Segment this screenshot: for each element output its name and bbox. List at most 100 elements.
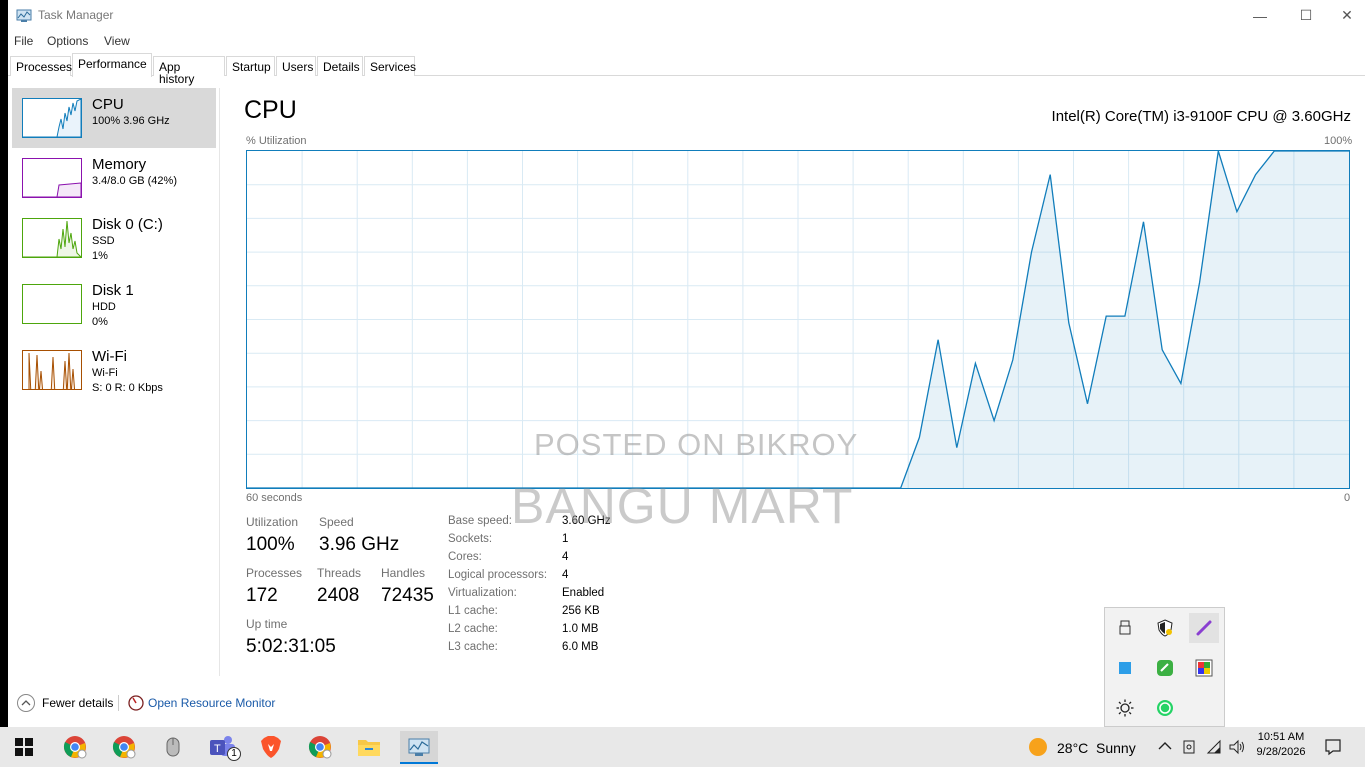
menu-view[interactable]: View	[104, 34, 130, 48]
chrome-profile-1-button[interactable]	[59, 733, 91, 761]
teams-badge: 1	[227, 747, 241, 761]
tab-performance[interactable]: Performance	[72, 53, 152, 77]
weather-temperature: 28°C	[1057, 740, 1089, 756]
spec-label: L1 cache:	[448, 605, 498, 617]
system-clock[interactable]: 10:51 AM 9/28/2026	[1252, 731, 1310, 758]
sidebar-item-disk1[interactable]: Disk 1 HDD 0%	[12, 274, 216, 334]
tab-app-history[interactable]: App history	[153, 56, 225, 85]
close-button[interactable]: ✕	[1329, 0, 1365, 31]
spec-label: Sockets:	[448, 533, 493, 545]
sidebar-divider	[219, 88, 220, 676]
utilization-value: 100%	[246, 534, 295, 555]
teams-button[interactable]: T 1	[207, 733, 241, 761]
speed-value: 3.96 GHz	[319, 534, 400, 555]
menu-file[interactable]: File	[14, 34, 33, 48]
chart-min-label: 0	[1344, 492, 1351, 504]
svg-text:T: T	[214, 743, 221, 755]
title-bar[interactable]: Task Manager — ☐ ✕	[8, 0, 1365, 31]
file-explorer-button[interactable]	[353, 733, 385, 761]
spec-label: L3 cache:	[448, 641, 498, 653]
chrome-profile-3-button[interactable]	[304, 733, 336, 761]
tray-device-icon[interactable]	[1182, 739, 1196, 755]
whatsapp-icon[interactable]	[1150, 693, 1180, 723]
minimize-icon: —	[1253, 7, 1267, 24]
sidebar-item-disk0[interactable]: Disk 0 (C:) SSD 1%	[12, 208, 216, 268]
utilization-label: Utilization	[246, 515, 299, 529]
weather-condition: Sunny	[1096, 740, 1136, 756]
spec-label: Base speed:	[448, 515, 512, 527]
spec-label: Logical processors:	[448, 569, 548, 581]
network-wifi-icon[interactable]	[1206, 739, 1222, 755]
spec-value: 6.0 MB	[562, 641, 599, 653]
uptime-value: 5:02:31:05	[246, 636, 336, 657]
wifi-thumbnail-graph	[22, 350, 82, 390]
window-title: Task Manager	[38, 8, 114, 22]
security-icon[interactable]	[1150, 613, 1180, 643]
left-screen-edge	[0, 0, 8, 727]
sidebar-disk1-type: HDD	[92, 301, 116, 313]
show-hidden-icons-chevron-icon[interactable]	[1158, 741, 1172, 751]
watermark-shop-name: BANGU MART	[511, 478, 854, 534]
uptime-label: Up time	[246, 617, 288, 631]
maximize-icon: ☐	[1299, 7, 1313, 23]
close-icon: ✕	[1341, 7, 1353, 23]
threads-value: 2408	[317, 585, 360, 606]
green-app-icon[interactable]	[1150, 653, 1180, 683]
sidebar-cpu-sub: 100% 3.96 GHz	[92, 115, 170, 127]
mouse-icon	[166, 737, 180, 757]
minimize-button[interactable]: —	[1237, 0, 1283, 31]
tab-details[interactable]: Details	[317, 56, 363, 76]
chevron-up-circle-icon	[17, 694, 35, 712]
tab-startup[interactable]: Startup	[226, 56, 275, 76]
spec-value: 1.0 MB	[562, 623, 599, 635]
sidebar-disk0-title: Disk 0 (C:)	[92, 216, 163, 233]
sidebar-cpu-title: CPU	[92, 96, 124, 113]
task-manager-taskbar-button[interactable]	[400, 731, 438, 764]
sidebar-wifi-speed: S: 0 R: 0 Kbps	[92, 382, 163, 394]
chart-time-label: 60 seconds	[246, 492, 303, 504]
disk0-thumbnail-graph	[22, 218, 82, 258]
spec-label: L2 cache:	[448, 623, 498, 635]
brightness-icon[interactable]	[1110, 693, 1140, 723]
sidebar-item-memory[interactable]: Memory 3.4/8.0 GB (42%)	[12, 148, 216, 208]
spec-value: 256 KB	[562, 605, 600, 617]
windows-logo-icon	[15, 738, 33, 756]
processes-label: Processes	[246, 566, 303, 580]
chrome-profile-2-button[interactable]	[108, 733, 140, 761]
tray-overflow-popup	[1104, 607, 1225, 727]
color-app-icon[interactable]	[1189, 653, 1219, 683]
clock-date: 9/28/2026	[1256, 746, 1306, 758]
processes-value: 172	[246, 585, 278, 606]
sidebar-memory-sub: 3.4/8.0 GB (42%)	[92, 175, 177, 187]
sidebar-item-cpu[interactable]: CPU 100% 3.96 GHz	[12, 88, 216, 148]
usb-icon[interactable]	[1110, 613, 1140, 643]
menu-options[interactable]: Options	[47, 34, 88, 48]
spec-value: Enabled	[562, 587, 605, 599]
watermark-posted-on: POSTED ON BIKROY	[534, 427, 859, 462]
handles-label: Handles	[381, 566, 426, 580]
fewer-details-label: Fewer details	[42, 696, 114, 710]
maximize-button[interactable]: ☐	[1283, 0, 1329, 31]
task-manager-app-icon	[16, 9, 32, 22]
sidebar-wifi-sub: Wi-Fi	[92, 367, 118, 379]
speed-label: Speed	[319, 515, 354, 529]
tab-users[interactable]: Users	[276, 56, 316, 76]
taskbar: T 1 28°C Sunny 10:51 AM 9/28/2026	[0, 727, 1365, 767]
mouse-app-button[interactable]	[157, 733, 189, 761]
resource-monitor-icon	[128, 695, 144, 711]
chrome-icon	[112, 736, 136, 759]
tab-processes[interactable]: Processes	[10, 56, 72, 76]
chrome-icon	[63, 736, 87, 759]
brave-button[interactable]	[255, 733, 287, 761]
pen-icon[interactable]	[1189, 613, 1219, 643]
sidebar-item-wifi[interactable]: Wi-Fi Wi-Fi S: 0 R: 0 Kbps	[12, 340, 216, 400]
blue-square-icon[interactable]	[1110, 653, 1140, 683]
volume-icon[interactable]	[1228, 739, 1246, 755]
task-manager-icon	[408, 738, 430, 756]
tab-services[interactable]: Services	[364, 56, 416, 76]
sidebar-disk1-usage: 0%	[92, 316, 108, 328]
clock-time: 10:51 AM	[1257, 731, 1305, 743]
notification-center-icon[interactable]	[1324, 738, 1342, 756]
sidebar-disk0-type: SSD	[92, 235, 115, 247]
start-button[interactable]	[8, 733, 40, 761]
